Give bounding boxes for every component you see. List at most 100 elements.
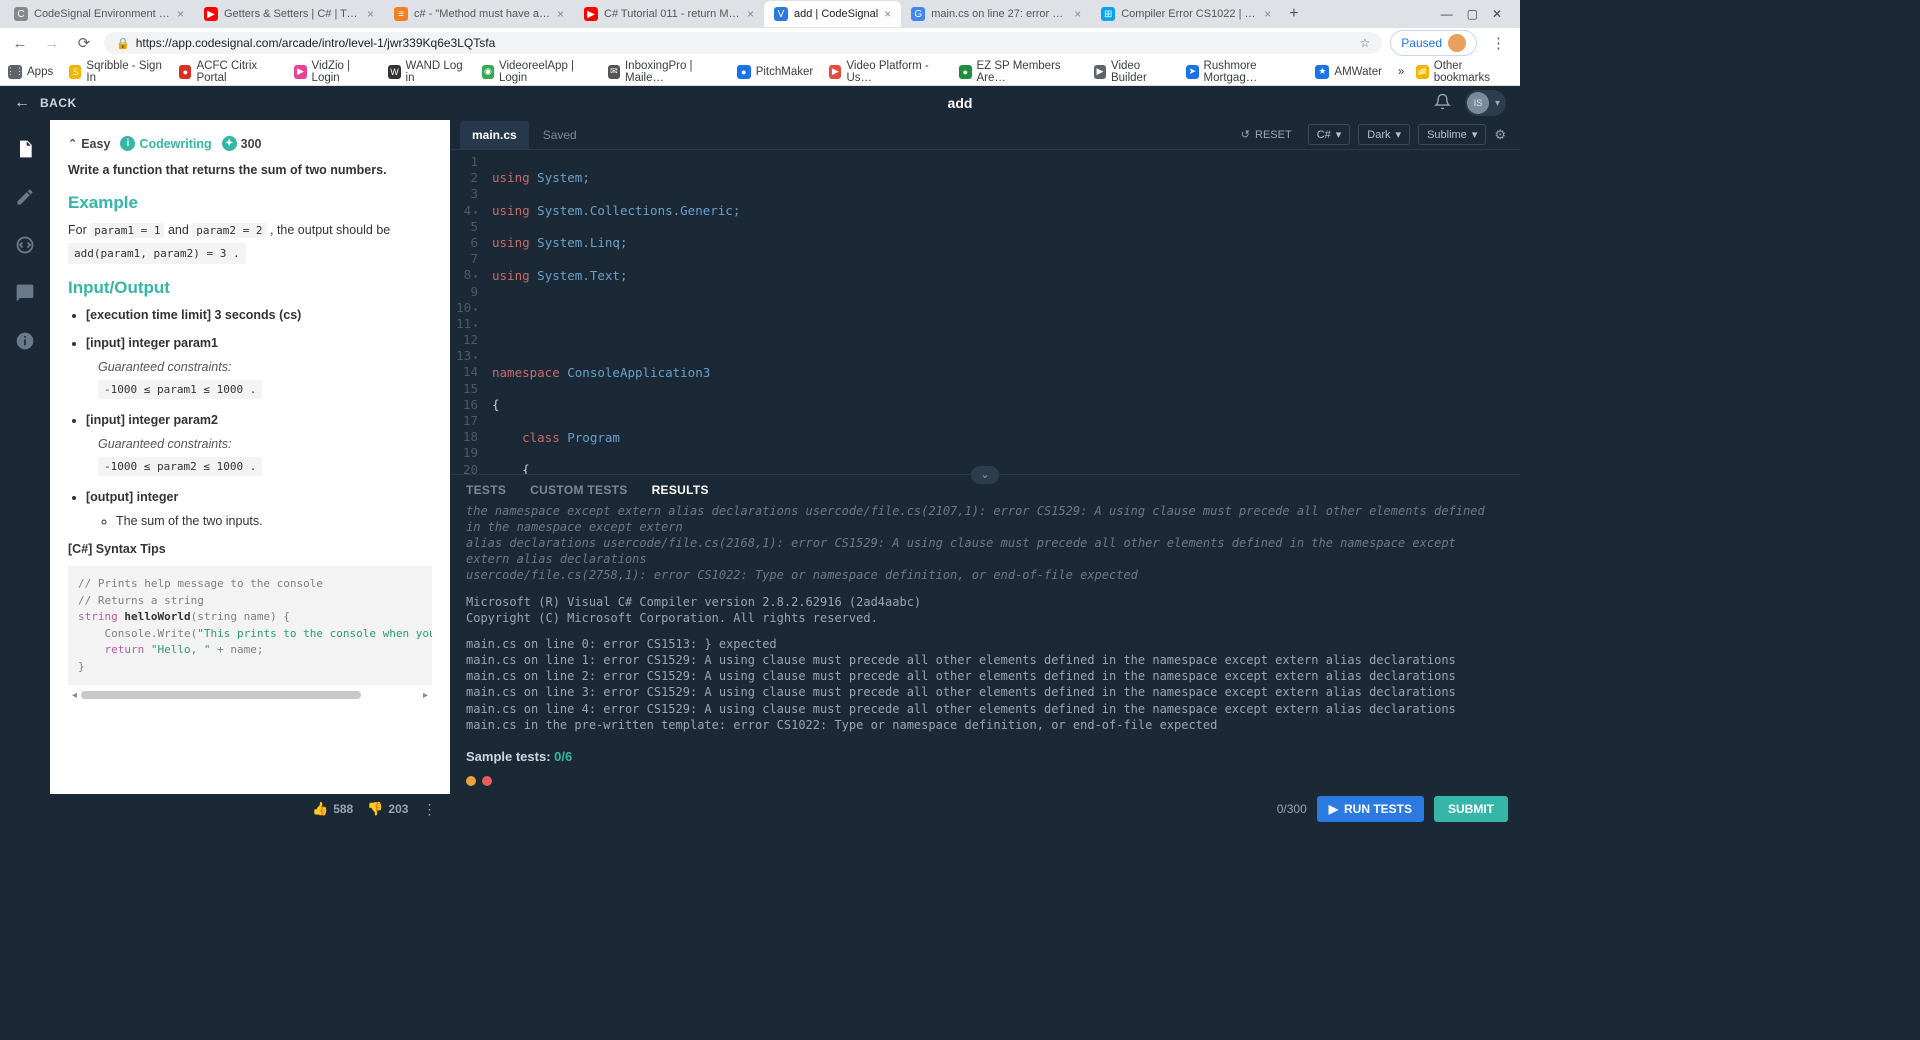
input2-constraint: -1000 ≤ param2 ≤ 1000 . (98, 457, 262, 476)
language-selector[interactable]: C# ▾ (1308, 124, 1351, 145)
bookmark-item[interactable]: ▶Video Platform - Us… (829, 60, 943, 84)
horizontal-scrollbar[interactable]: ◂ ▸ (68, 689, 432, 701)
points-value: 300 (241, 137, 262, 151)
tab-close-button[interactable]: × (367, 7, 374, 21)
browser-menu-button[interactable]: ⋮ (1485, 34, 1512, 52)
bookmark-item[interactable]: ★AMWater (1315, 65, 1382, 79)
bookmark-item[interactable]: ✉InboxingPro | Maile… (608, 60, 721, 84)
theme-selector[interactable]: Dark ▾ (1358, 124, 1410, 145)
info-icon[interactable] (14, 330, 36, 352)
bookmark-item[interactable]: ●PitchMaker (737, 65, 814, 79)
code-body[interactable]: using System; using System.Collections.G… (484, 150, 1520, 474)
upvote-button[interactable]: 👍 588 (312, 801, 353, 817)
tab-close-button[interactable]: × (557, 7, 564, 21)
bookmark-item[interactable]: ⋮⋮Apps (8, 65, 53, 79)
bookmark-item[interactable]: ▶Video Builder (1094, 60, 1171, 84)
keymap-selector[interactable]: Sublime ▾ (1418, 124, 1486, 145)
submit-button[interactable]: SUBMIT (1434, 796, 1508, 822)
tab-results[interactable]: RESULTS (652, 483, 709, 497)
tab-custom-tests[interactable]: CUSTOM TESTS (530, 483, 627, 497)
more-actions-button[interactable]: ⋮ (422, 801, 436, 818)
bookmark-label: EZ SP Members Are… (977, 60, 1078, 84)
input1-heading: [input] integer param1 (86, 336, 432, 350)
description-icon[interactable] (14, 138, 36, 160)
tab-close-button[interactable]: × (1074, 7, 1081, 21)
back-arrow-icon: ← (14, 94, 30, 112)
constraints-label: Guaranteed constraints: (98, 360, 432, 374)
close-window-button[interactable]: ✕ (1492, 7, 1502, 21)
bookmark-item[interactable]: ●EZ SP Members Are… (959, 60, 1078, 84)
tab-tests[interactable]: TESTS (466, 483, 506, 497)
address-bar[interactable]: 🔒 https://app.codesignal.com/arcade/intr… (104, 32, 1382, 54)
tab-close-button[interactable]: × (1264, 7, 1271, 21)
input2-heading: [input] integer param2 (86, 413, 432, 427)
bookmark-item[interactable]: ▶VidZio | Login (294, 60, 372, 84)
tab-close-button[interactable]: × (884, 7, 891, 21)
browser-tab[interactable]: ⊞Compiler Error CS1022 | Microso× (1091, 1, 1281, 27)
new-tab-button[interactable]: + (1281, 5, 1306, 23)
sample-tests-summary: Sample tests: 0/6 (450, 741, 1520, 772)
chevron-icon: ⌃ (68, 137, 77, 150)
bookmark-item[interactable]: ➤Rushmore Mortgag… (1186, 60, 1299, 84)
minimize-button[interactable]: — (1441, 7, 1453, 21)
syntax-tips-heading: [C#] Syntax Tips (68, 542, 432, 556)
code-icon[interactable] (14, 234, 36, 256)
downvote-count: 203 (388, 802, 408, 816)
browser-tab[interactable]: ▶C# Tutorial 011 - return Method× (574, 1, 764, 27)
browser-toolbar: ← → ⟳ 🔒 https://app.codesignal.com/arcad… (0, 28, 1520, 58)
profile-paused-pill[interactable]: Paused (1390, 30, 1477, 56)
tab-favicon: ▶ (204, 7, 218, 21)
browser-tab[interactable]: CCodeSignal Environment | CodeS× (4, 1, 194, 27)
io-heading: Input/Output (68, 278, 432, 298)
bookmark-label: Video Builder (1111, 60, 1170, 84)
browser-tab-strip: CCodeSignal Environment | CodeS× ▶ Getters… (0, 0, 1520, 28)
gear-icon[interactable]: ⚙ (1494, 127, 1506, 143)
downvote-button[interactable]: 👎 203 (367, 801, 408, 817)
bookmark-favicon: ★ (1315, 65, 1329, 79)
bookmarks-overflow[interactable]: » (1398, 66, 1404, 78)
browser-tab[interactable]: ≡c# - "Method must have a return× (384, 1, 574, 27)
tab-favicon: V (774, 7, 788, 21)
forward-nav-button[interactable]: → (40, 35, 64, 52)
bookmark-item[interactable]: SSqribble - Sign In (69, 60, 163, 84)
back-button[interactable]: ← BACK (14, 94, 77, 112)
other-bookmarks-folder[interactable]: 📁 Other bookmarks (1416, 60, 1512, 84)
tab-close-button[interactable]: × (747, 7, 754, 21)
bookmark-favicon: ● (737, 65, 751, 79)
task-type-badge: i Codewriting (120, 136, 211, 151)
line-gutter: 1234567891011121314151617181920212223242… (450, 150, 484, 474)
profile-avatar-icon (1448, 34, 1466, 52)
loading-indicator (450, 772, 1520, 794)
difficulty-badge[interactable]: ⌃ Easy (68, 137, 110, 151)
browser-tab[interactable]: ▶ Getters & Setters | C# | Tutorial 2 × (194, 1, 384, 27)
keymap-label: Sublime (1427, 129, 1467, 141)
bookmark-favicon: ◉ (482, 65, 494, 79)
points-badge: ✦ 300 (222, 136, 262, 151)
bookmark-favicon: ✉ (608, 65, 620, 79)
browser-tab[interactable]: Gmain.cs on line 27: error CS1022× (901, 1, 1091, 27)
reload-button[interactable]: ⟳ (72, 34, 96, 52)
notifications-icon[interactable] (1434, 93, 1451, 114)
reset-button[interactable]: ↺ RESET (1233, 125, 1300, 144)
user-menu[interactable]: IS ▾ (1465, 90, 1506, 116)
file-tab[interactable]: main.cs (460, 121, 529, 149)
comments-icon[interactable] (14, 282, 36, 304)
tab-title: Getters & Setters | C# | Tutorial 2 (224, 8, 361, 20)
upvote-count: 588 (333, 802, 353, 816)
pencil-icon[interactable] (14, 186, 36, 208)
bookmark-item[interactable]: ◉VideoreelApp | Login (482, 60, 592, 84)
bookmark-item[interactable]: ●ACFC Citrix Portal (179, 60, 278, 84)
run-tests-button[interactable]: ▶ RUN TESTS (1317, 796, 1424, 822)
collapse-panel-button[interactable]: ⌄ (971, 466, 999, 484)
bookmark-favicon: ● (179, 65, 191, 79)
star-icon[interactable]: ☆ (1360, 36, 1371, 50)
back-nav-button[interactable]: ← (8, 35, 32, 52)
thumb-up-icon: 👍 (312, 801, 328, 817)
tab-close-button[interactable]: × (177, 7, 184, 21)
tab-favicon: ⊞ (1101, 7, 1115, 21)
code-editor[interactable]: 1234567891011121314151617181920212223242… (450, 150, 1520, 474)
bookmark-item[interactable]: WWAND Log in (388, 60, 465, 84)
browser-tab[interactable]: Vadd | CodeSignal× (764, 1, 901, 27)
maximize-button[interactable]: ▢ (1467, 7, 1478, 21)
bookmark-favicon: W (388, 65, 400, 79)
